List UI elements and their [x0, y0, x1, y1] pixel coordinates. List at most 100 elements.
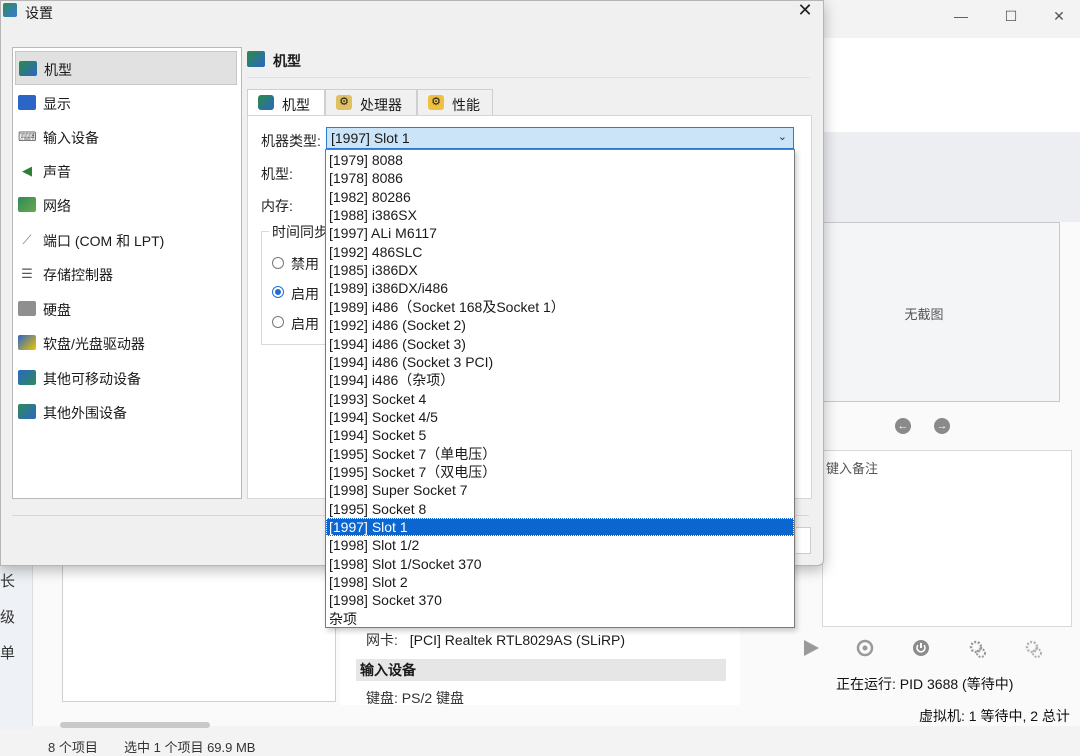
dropdown-option[interactable]: 杂项 — [326, 610, 794, 628]
input-devices-section-header: 输入设备 — [356, 659, 726, 681]
dropdown-option[interactable]: [1992] i486 (Socket 2) — [326, 316, 794, 334]
dropdown-option[interactable]: [1989] i486（Socket 168及Socket 1） — [326, 298, 794, 316]
tab-strip: 机型 ⚙ 处理器 ⚙ 性能 — [247, 89, 810, 117]
time-sync-disable-radio[interactable] — [272, 257, 284, 269]
explorer-nav-pane: 长 级 单 — [0, 560, 32, 730]
dropdown-option[interactable]: [1989] i386DX/i486 — [326, 279, 794, 297]
category-storage-controllers[interactable]: ☰ 存储控制器 — [15, 257, 237, 289]
dropdown-option[interactable]: [1998] Slot 1/2 — [326, 536, 794, 554]
dropdown-option[interactable]: [1979] 8088 — [326, 151, 794, 169]
no-screenshot-label: 无截图 — [904, 307, 944, 322]
dropdown-option[interactable]: [1998] Slot 2 — [326, 573, 794, 591]
notes-placeholder: 键入备注 — [826, 461, 879, 476]
time-sync-enable-utc-radio[interactable] — [272, 316, 284, 328]
category-hard-disks[interactable]: 硬盘 — [15, 292, 237, 324]
settings-gears-icon[interactable] — [1024, 639, 1044, 659]
dropdown-option[interactable]: [1994] i486 (Socket 3 PCI) — [326, 353, 794, 371]
play-icon[interactable] — [802, 639, 820, 657]
tab-machine[interactable]: 机型 — [247, 89, 325, 117]
power-icon[interactable] — [912, 639, 930, 657]
tab-label: 机型 — [282, 97, 310, 113]
maximize-button[interactable]: ☐ — [996, 8, 1026, 25]
reset-icon[interactable] — [856, 639, 874, 657]
dropdown-option[interactable]: [1998] Socket 370 — [326, 591, 794, 609]
dropdown-option[interactable]: [1995] Socket 7（双电压） — [326, 463, 794, 481]
dropdown-option[interactable]: [1997] ALi M6117 — [326, 224, 794, 242]
category-label: 硬盘 — [43, 302, 71, 318]
close-button[interactable]: ✕ — [1044, 8, 1074, 25]
dropdown-option[interactable]: [1998] Super Socket 7 — [326, 481, 794, 499]
network-card-value: [PCI] Realtek RTL8029AS (SLiRP) — [409, 632, 626, 648]
category-label: 端口 (COM 和 LPT) — [43, 233, 165, 249]
category-floppy-cdrom[interactable]: 软盘/光盘驱动器 — [15, 326, 237, 358]
radio-label: 启用 — [291, 286, 319, 302]
category-label: 网络 — [43, 198, 71, 214]
network-card-row: 网卡: [PCI] Realtek RTL8029AS (SLiRP) — [366, 630, 625, 650]
category-label: 软盘/光盘驱动器 — [43, 336, 145, 352]
keyboard-row: 键盘: PS/2 键盘 — [366, 690, 465, 706]
tab-processor[interactable]: ⚙ 处理器 — [325, 89, 417, 115]
dropdown-option[interactable]: [1982] 80286 — [326, 188, 794, 206]
item-count: 8 个项目 — [48, 740, 98, 755]
dropdown-option[interactable]: [1994] Socket 5 — [326, 426, 794, 444]
arrow-right-icon[interactable]: → — [934, 418, 950, 434]
category-other-peripherals[interactable]: 其他外围设备 — [15, 395, 237, 427]
dialog-button[interactable] — [796, 527, 811, 554]
vm-running-status: 正在运行: PID 3688 (等待中) — [836, 676, 1014, 692]
dropdown-option[interactable]: [1992] 486SLC — [326, 243, 794, 261]
ctrl-alt-del-icon[interactable] — [968, 639, 988, 659]
category-network[interactable]: 网络 — [15, 188, 237, 220]
dialog-close-button[interactable]: ✕ — [791, 0, 819, 21]
dropdown-option[interactable]: [1995] Socket 8 — [326, 500, 794, 518]
minimize-button[interactable]: — — [946, 8, 976, 24]
dropdown-option[interactable]: [1978] 8086 — [326, 169, 794, 187]
dropdown-option[interactable]: [1994] Socket 4/5 — [326, 408, 794, 426]
vm-manager-header-band — [822, 132, 1080, 222]
category-machine[interactable]: 机型 — [15, 51, 237, 85]
memory-label: 内存: — [261, 198, 293, 214]
vm-list-panel[interactable] — [62, 560, 336, 702]
dropdown-option[interactable]: [1985] i386DX — [326, 261, 794, 279]
page-title: 机型 — [273, 53, 301, 69]
category-label: 声音 — [43, 164, 71, 180]
dropdown-option[interactable]: [1993] Socket 4 — [326, 390, 794, 408]
category-display[interactable]: 显示 — [15, 86, 237, 118]
storage-icon: ☰ — [21, 266, 33, 281]
machine-label: 机型: — [261, 166, 293, 182]
category-sound[interactable]: ◀ 声音 — [15, 154, 237, 186]
category-ports[interactable]: ⟋ 端口 (COM 和 LPT) — [15, 223, 237, 255]
time-sync-enable-local-radio[interactable] — [272, 286, 284, 298]
horizontal-scrollbar[interactable] — [60, 722, 210, 728]
radio-label: 禁用 — [291, 256, 319, 272]
category-label: 显示 — [43, 96, 71, 112]
mouse-keyboard-icon: ⌨ — [18, 129, 37, 144]
vm-control-toolbar — [790, 636, 1080, 664]
machine-type-select[interactable]: [1997] Slot 1 ⌄ — [326, 127, 794, 149]
dropdown-option[interactable]: [1994] i486 (Socket 3) — [326, 335, 794, 353]
selection-info: 选中 1 个项目 69.9 MB — [124, 740, 256, 755]
nav-pane-text[interactable]: 单 — [0, 642, 15, 663]
machine-icon — [247, 51, 265, 67]
explorer-status-bar: 8 个项目 选中 1 个项目 69.9 MB — [0, 730, 1080, 756]
chevron-down-icon: ⌄ — [777, 131, 787, 143]
category-removable-devices[interactable]: 其他可移动设备 — [15, 361, 237, 393]
dialog-title: 设置 — [25, 5, 53, 21]
machine-type-label: 机器类型: — [261, 133, 321, 149]
category-label: 机型 — [44, 62, 72, 78]
category-input-devices[interactable]: ⌨ 输入设备 — [15, 120, 237, 152]
tab-label: 处理器 — [360, 97, 402, 113]
nav-pane-text[interactable]: 级 — [0, 606, 15, 627]
category-label: 其他外围设备 — [43, 405, 127, 421]
radio-label: 启用 — [291, 316, 319, 332]
machine-type-value: [1997] Slot 1 — [331, 130, 410, 146]
dropdown-option[interactable]: [1997] Slot 1 — [326, 518, 794, 536]
nav-pane-text[interactable]: 长 — [0, 570, 15, 591]
dropdown-option[interactable]: [1994] i486（杂项） — [326, 371, 794, 389]
dropdown-option[interactable]: [1998] Slot 1/Socket 370 — [326, 555, 794, 573]
tab-performance[interactable]: ⚙ 性能 — [417, 89, 493, 115]
arrow-left-icon[interactable]: ← — [895, 418, 911, 434]
settings-page-header: 机型 — [247, 47, 810, 78]
category-label: 存储控制器 — [43, 267, 113, 283]
dropdown-option[interactable]: [1988] i386SX — [326, 206, 794, 224]
dropdown-option[interactable]: [1995] Socket 7（单电压） — [326, 445, 794, 463]
